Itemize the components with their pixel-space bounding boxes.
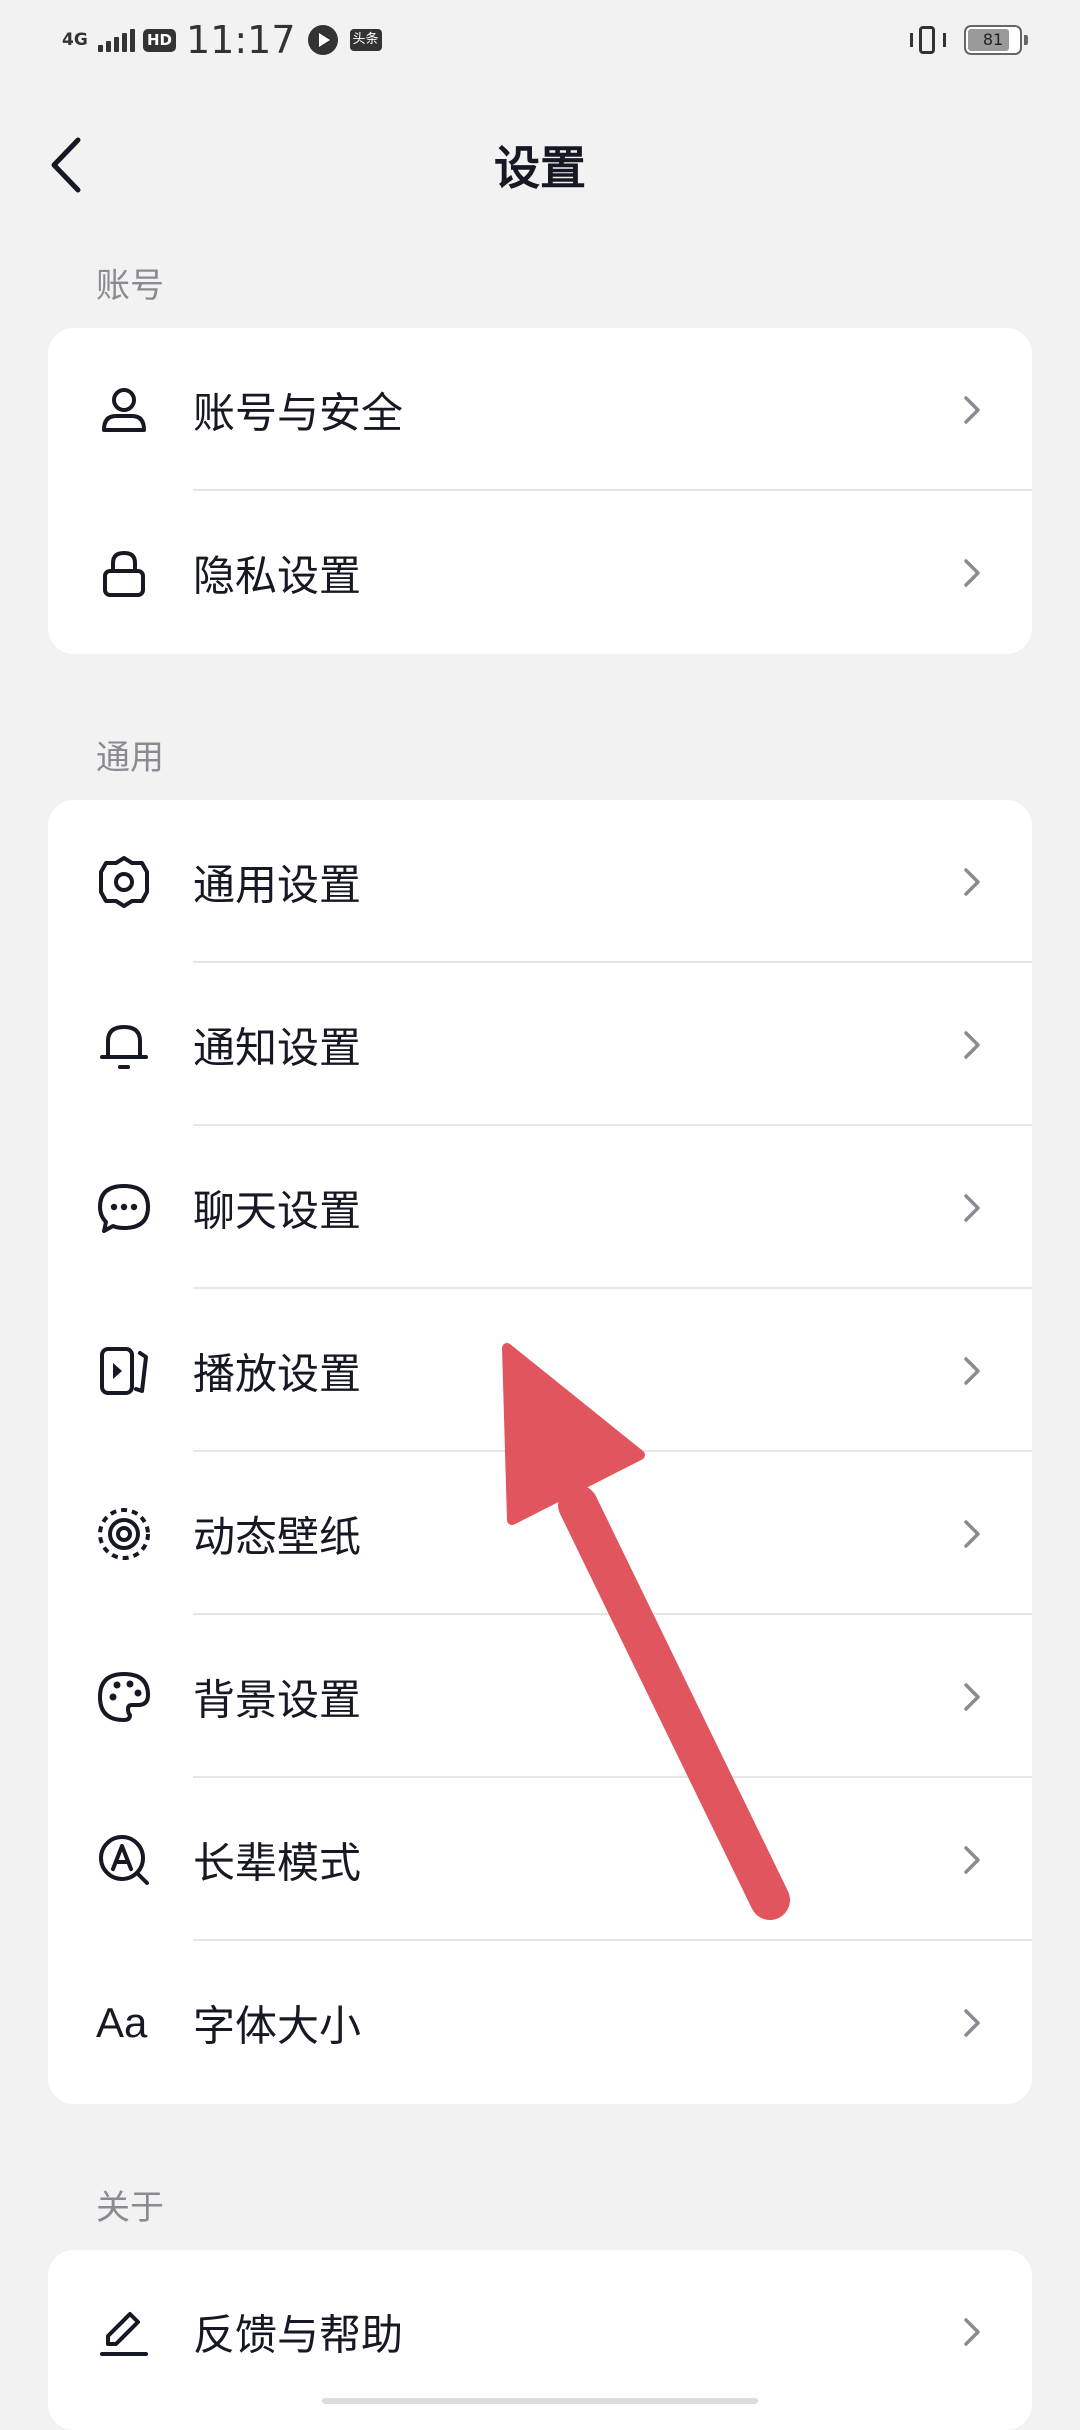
chevron-right-icon — [964, 1030, 980, 1059]
section-label-general: 通用 — [96, 738, 164, 778]
page-title: 设置 — [494, 141, 586, 195]
section-label-about: 关于 — [96, 2188, 164, 2228]
vibrate-icon — [908, 24, 948, 56]
general-card: 通用设置 通知设置 聊天设置 播放设置 动态壁纸 背景设置 长辈模式 Aa 字体… — [48, 800, 1032, 2104]
bell-icon — [96, 1017, 152, 1073]
settings-item-label: 反馈与帮助 — [193, 2310, 404, 2359]
pencil-icon — [96, 2304, 152, 2360]
settings-item-label: 字体大小 — [193, 2001, 362, 2050]
section-label-account: 账号 — [96, 266, 164, 306]
page-header: 设置 — [0, 100, 1080, 230]
settings-item-label: 聊天设置 — [193, 1186, 362, 1235]
person-icon — [96, 382, 152, 438]
settings-item-feedback[interactable]: 反馈与帮助 — [48, 2250, 1032, 2413]
settings-item-label: 通知设置 — [193, 1023, 362, 1072]
elder-mode-icon — [96, 1832, 152, 1888]
settings-item-live-wallpaper[interactable]: 动态壁纸 — [48, 1452, 1032, 1615]
settings-item-privacy[interactable]: 隐私设置 — [48, 491, 1032, 654]
battery-level: 81 — [982, 30, 1004, 49]
chevron-right-icon — [964, 1193, 980, 1222]
settings-item-label: 动态壁纸 — [193, 1512, 362, 1561]
chevron-right-icon — [964, 2008, 980, 2037]
settings-item-account-security[interactable]: 账号与安全 — [48, 328, 1032, 491]
settings-item-label: 背景设置 — [193, 1675, 362, 1724]
live-wallpaper-icon — [96, 1506, 152, 1562]
account-card: 账号与安全 隐私设置 — [48, 328, 1032, 654]
chevron-right-icon — [964, 1519, 980, 1548]
settings-item-playback[interactable]: 播放设置 — [48, 1289, 1032, 1452]
font-size-icon: Aa — [96, 1998, 148, 2046]
settings-item-label: 账号与安全 — [193, 388, 404, 437]
settings-item-chat[interactable]: 聊天设置 — [48, 1126, 1032, 1289]
status-bar: 4G HD 11:17 头条 81 — [0, 0, 1080, 80]
signal-icon — [98, 28, 135, 52]
settings-item-background[interactable]: 背景设置 — [48, 1615, 1032, 1778]
settings-item-font-size[interactable]: Aa 字体大小 — [48, 1941, 1032, 2104]
network-type: 4G — [62, 29, 88, 50]
gear-icon — [96, 854, 152, 910]
lock-icon — [96, 545, 152, 601]
settings-item-label: 长辈模式 — [193, 1838, 362, 1887]
settings-item-elder-mode[interactable]: 长辈模式 — [48, 1778, 1032, 1941]
settings-item-label: 通用设置 — [193, 860, 362, 909]
settings-item-notifications[interactable]: 通知设置 — [48, 963, 1032, 1126]
chat-bubble-icon — [96, 1180, 152, 1236]
media-app-icon — [307, 25, 338, 55]
battery-icon: 81 — [964, 25, 1028, 55]
clock: 11:17 — [186, 18, 296, 62]
chevron-right-icon — [964, 395, 980, 424]
palette-icon — [96, 1669, 152, 1725]
chevron-right-icon — [964, 1845, 980, 1874]
chevron-right-icon — [964, 558, 980, 587]
news-app-badge: 头条 — [349, 29, 382, 51]
settings-item-label: 隐私设置 — [193, 551, 362, 600]
settings-item-general[interactable]: 通用设置 — [48, 800, 1032, 963]
hd-badge: HD — [143, 28, 177, 52]
settings-item-label: 播放设置 — [193, 1349, 362, 1398]
play-icon — [96, 1343, 152, 1399]
chevron-right-icon — [964, 2317, 980, 2346]
chevron-right-icon — [964, 1682, 980, 1711]
chevron-right-icon — [964, 867, 980, 896]
chevron-right-icon — [964, 1356, 980, 1385]
home-indicator — [322, 2398, 758, 2404]
